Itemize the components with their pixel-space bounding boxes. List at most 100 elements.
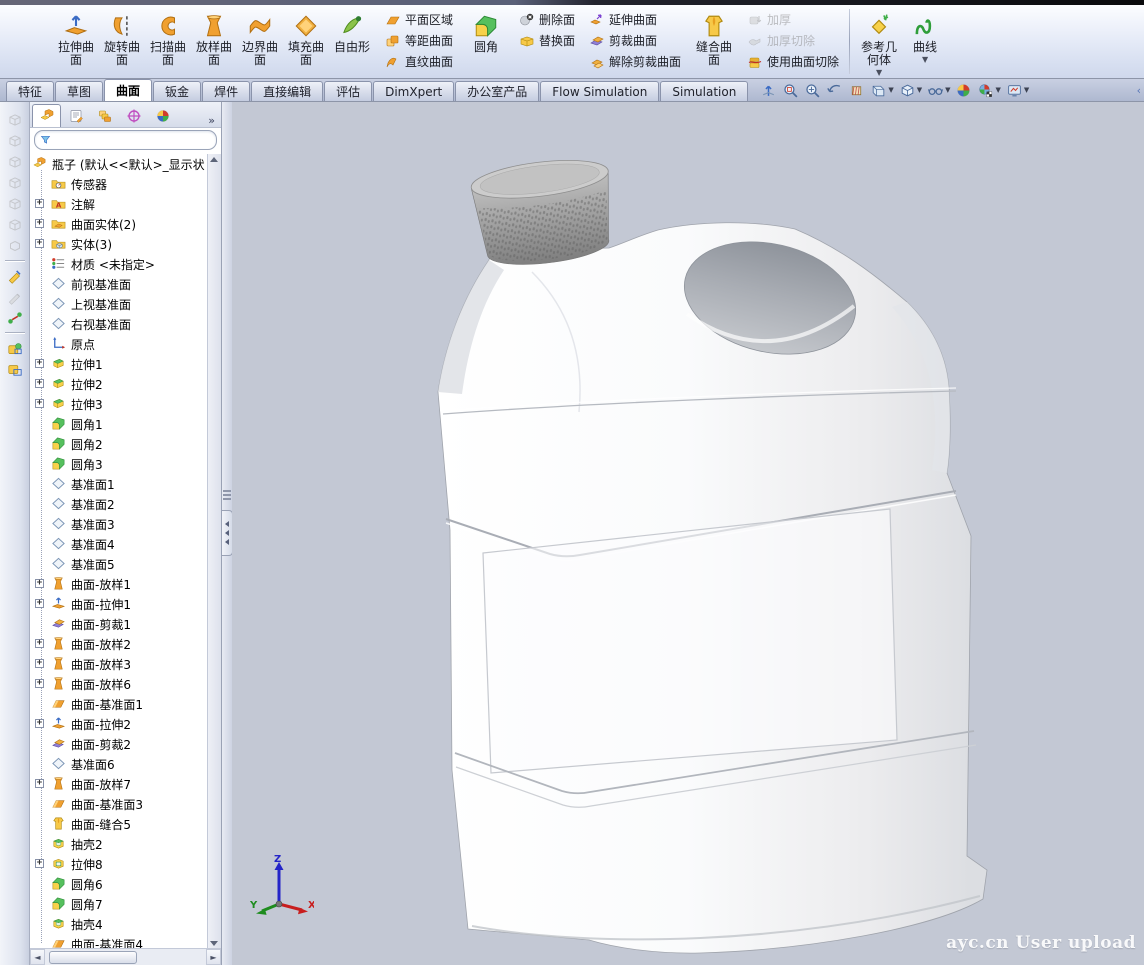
tree-item[interactable]: +曲面-放样3	[30, 654, 208, 674]
tree-item[interactable]: +曲面-拉伸1	[30, 594, 208, 614]
hide-show-items-button[interactable]: ▼	[926, 81, 951, 100]
display-style-button[interactable]: ▼	[898, 81, 923, 100]
expand-icon[interactable]: +	[35, 599, 44, 608]
tree-item[interactable]: 基准面4	[30, 534, 208, 554]
feature-tree-filter-input[interactable]	[55, 133, 212, 147]
ribbon-button-surf-loft[interactable]: 放样曲面	[191, 7, 237, 67]
tree-item[interactable]: +实体(3)	[30, 234, 208, 254]
apply-scene-button[interactable]	[954, 81, 973, 100]
dropdown-arrow-icon[interactable]: ▼	[917, 86, 922, 94]
tree-item[interactable]: 上视基准面	[30, 294, 208, 314]
ribbon-button-offset-surface[interactable]: 等距曲面	[381, 30, 457, 51]
tree-vertical-scrollbar[interactable]	[207, 154, 221, 949]
ribbon-button-planar-surface[interactable]: 平面区域	[381, 9, 457, 30]
ribbon-button-surf-revolve[interactable]: 旋转曲面	[99, 7, 145, 67]
tree-item[interactable]: +曲面-拉伸2	[30, 714, 208, 734]
tree-item[interactable]: 前视基准面	[30, 274, 208, 294]
tree-item[interactable]: 圆角1	[30, 414, 208, 434]
tree-item[interactable]: +曲面实体(2)	[30, 214, 208, 234]
ribbon-button-reference-geometry[interactable]: 参考几何体▼	[856, 7, 902, 76]
ribbon-button-curves[interactable]: 曲线▼	[902, 7, 948, 63]
commandmanager-tab[interactable]: 办公室产品	[455, 81, 539, 101]
expand-icon[interactable]: +	[35, 779, 44, 788]
surface-tool-1-button[interactable]	[4, 338, 26, 357]
scroll-down-icon[interactable]	[210, 941, 218, 946]
commandmanager-tab[interactable]: 曲面	[104, 79, 152, 101]
ribbon-button-surf-sweep[interactable]: 扫描曲面	[145, 7, 191, 67]
expand-icon[interactable]: +	[35, 199, 44, 208]
section-view-button[interactable]	[847, 81, 866, 100]
scroll-left-icon[interactable]: ◄	[30, 949, 45, 965]
surface-tool-2-button[interactable]	[4, 359, 26, 378]
tree-item[interactable]: 基准面6	[30, 754, 208, 774]
tree-item[interactable]: 抽壳4	[30, 914, 208, 934]
expand-icon[interactable]: +	[35, 579, 44, 588]
tree-item[interactable]: 基准面3	[30, 514, 208, 534]
expand-icon[interactable]: +	[35, 379, 44, 388]
panel-tab-configurationmanager[interactable]	[90, 104, 119, 127]
tree-item[interactable]: 曲面-基准面1	[30, 694, 208, 714]
dropdown-arrow-icon[interactable]: ▼	[922, 56, 928, 63]
tree-item[interactable]: 圆角6	[30, 874, 208, 894]
commandmanager-tab[interactable]: DimXpert	[373, 81, 454, 101]
tree-item[interactable]: 右视基准面	[30, 314, 208, 334]
tree-item[interactable]: +拉伸8	[30, 854, 208, 874]
graphics-viewport[interactable]: Z X Y ayc.cn User upload	[232, 102, 1144, 965]
previous-view-button[interactable]	[825, 81, 844, 100]
dropdown-arrow-icon[interactable]: ▼	[876, 69, 882, 76]
tree-item[interactable]: +曲面-放样7	[30, 774, 208, 794]
tree-item[interactable]: 曲面-剪裁1	[30, 614, 208, 634]
panel-tab-overflow-button[interactable]: »	[204, 114, 219, 127]
zoom-fit-button[interactable]	[781, 81, 800, 100]
zoom-area-button[interactable]	[803, 81, 822, 100]
sketch-button[interactable]	[4, 266, 26, 285]
tree-item[interactable]: +曲面-放样1	[30, 574, 208, 594]
view-settings-button[interactable]: ▼	[976, 81, 1001, 100]
panel-tab-displaymanager[interactable]	[148, 104, 177, 127]
expand-icon[interactable]: +	[35, 679, 44, 688]
ribbon-button-cut-with-surface[interactable]: 使用曲面切除	[743, 51, 843, 72]
ribbon-button-surf-fill[interactable]: 填充曲面	[283, 7, 329, 67]
tree-item[interactable]: 传感器	[30, 174, 208, 194]
ribbon-button-ruled-surface[interactable]: 直纹曲面	[381, 51, 457, 72]
commandmanager-tab[interactable]: 草图	[55, 81, 103, 101]
tab-scroll-left-icon[interactable]: ‹	[1137, 84, 1141, 97]
commandmanager-tab[interactable]: 直接编辑	[251, 81, 323, 101]
tree-horizontal-scrollbar[interactable]: ◄ ►	[30, 948, 221, 965]
tree-item[interactable]: 基准面5	[30, 554, 208, 574]
tree-item[interactable]: 曲面-基准面4	[30, 934, 208, 949]
splitter-grip[interactable]	[223, 490, 231, 502]
dropdown-arrow-icon[interactable]: ▼	[945, 86, 950, 94]
expand-icon[interactable]: +	[35, 719, 44, 728]
tree-item[interactable]: +拉伸2	[30, 374, 208, 394]
scrollbar-thumb[interactable]	[49, 951, 137, 964]
tree-item[interactable]: +A注解	[30, 194, 208, 214]
edit-appearance-button[interactable]: ▼	[1005, 81, 1030, 100]
route-button[interactable]	[4, 308, 26, 327]
tree-item[interactable]: 材质 <未指定>	[30, 254, 208, 274]
dropdown-arrow-icon[interactable]: ▼	[888, 86, 893, 94]
scroll-up-icon[interactable]	[210, 157, 218, 162]
commandmanager-tab[interactable]: 钣金	[153, 81, 201, 101]
tree-item[interactable]: +曲面-放样2	[30, 634, 208, 654]
ribbon-button-trim-surface[interactable]: 剪裁曲面	[585, 30, 685, 51]
tree-item[interactable]: 原点	[30, 334, 208, 354]
tree-item[interactable]: +曲面-放样6	[30, 674, 208, 694]
panel-tab-featuremanager[interactable]	[32, 104, 61, 127]
ribbon-button-untrim-surface[interactable]: 解除剪裁曲面	[585, 51, 685, 72]
expand-icon[interactable]: +	[35, 219, 44, 228]
tree-item[interactable]: 曲面-缝合5	[30, 814, 208, 834]
ribbon-button-extend-surface[interactable]: 延伸曲面	[585, 9, 685, 30]
expand-icon[interactable]: +	[35, 859, 44, 868]
view-orientation-button[interactable]: ▼	[869, 81, 894, 100]
tree-root-item[interactable]: 瓶子 (默认<<默认>_显示状	[30, 154, 208, 174]
ribbon-button-freeform[interactable]: 自由形	[329, 7, 375, 54]
expand-icon[interactable]: +	[35, 639, 44, 648]
expand-icon[interactable]: +	[35, 399, 44, 408]
normal-to-button[interactable]	[759, 81, 778, 100]
panel-tab-propertymanager[interactable]	[61, 104, 90, 127]
expand-icon[interactable]: +	[35, 659, 44, 668]
ribbon-button-knit-surface[interactable]: 缝合曲面	[691, 7, 737, 67]
dropdown-arrow-icon[interactable]: ▼	[1024, 86, 1029, 94]
tree-item[interactable]: 圆角2	[30, 434, 208, 454]
